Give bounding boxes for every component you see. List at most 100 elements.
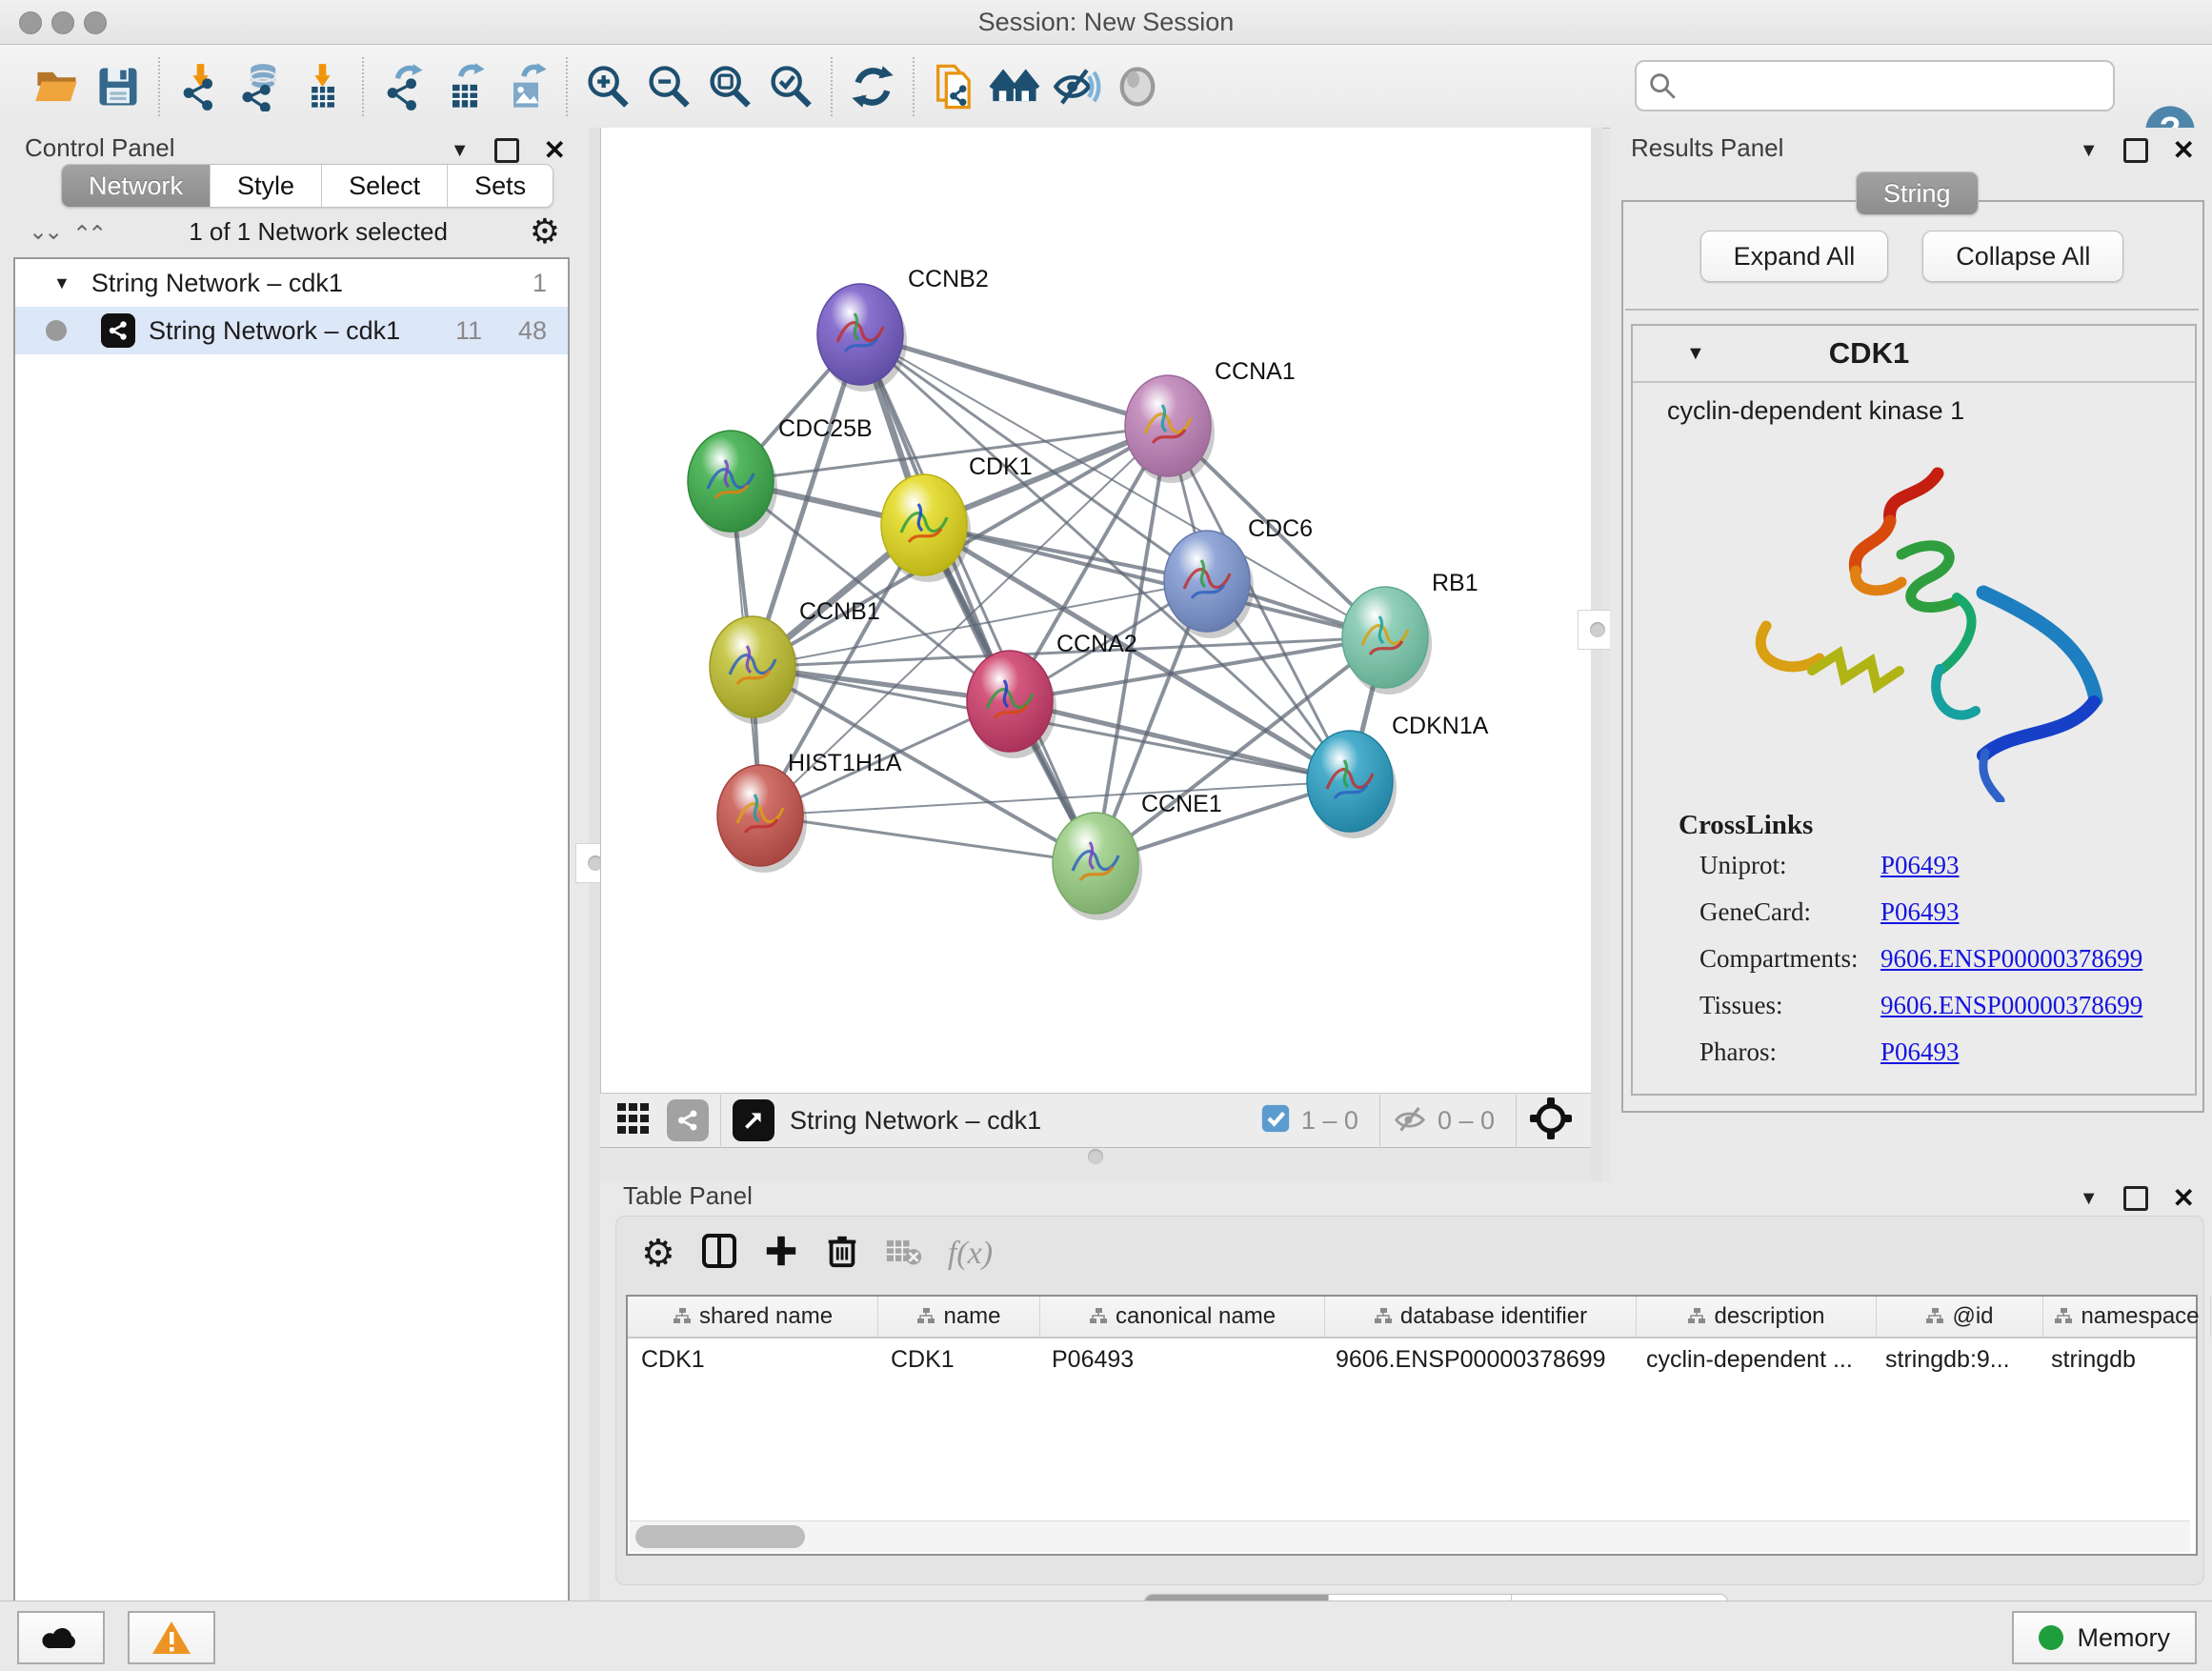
- crosslink-link[interactable]: 9606.ENSP00000378699: [1880, 991, 2142, 1020]
- save-session-icon[interactable]: [88, 56, 149, 117]
- horizontal-splitter[interactable]: [600, 1147, 1591, 1166]
- tab-select[interactable]: Select: [322, 165, 448, 207]
- crosslink-label: GeneCard:: [1699, 897, 1880, 927]
- float-panel-icon[interactable]: [494, 138, 519, 163]
- crosslink-row: Compartments:9606.ENSP00000378699: [1699, 944, 2195, 974]
- cell[interactable]: P06493: [1038, 1346, 1322, 1374]
- show-graphics-details-icon[interactable]: [1107, 56, 1168, 117]
- title-bar: Session: New Session: [0, 0, 2212, 45]
- table-horizontal-scrollbar[interactable]: [630, 1520, 2190, 1552]
- network-node-CCNE1[interactable]: [1053, 813, 1138, 914]
- export-image-icon[interactable]: [495, 56, 556, 117]
- export-network-icon[interactable]: [373, 56, 434, 117]
- warning-button[interactable]: [128, 1611, 215, 1664]
- show-columns-icon[interactable]: [700, 1232, 738, 1275]
- refresh-icon[interactable]: [842, 56, 903, 117]
- grid-view-icon[interactable]: [615, 1099, 654, 1142]
- table-options-gear-icon[interactable]: ⚙: [641, 1235, 675, 1273]
- close-panel-icon[interactable]: ✕: [2173, 137, 2195, 164]
- crosslink-link[interactable]: P06493: [1880, 851, 1960, 880]
- search-field[interactable]: [1635, 60, 2115, 111]
- network-node-HIST1H1A[interactable]: [717, 765, 803, 866]
- cell[interactable]: CDK1: [628, 1346, 877, 1374]
- hide-selected-icon[interactable]: [1046, 56, 1107, 117]
- network-list: ▼ String Network – cdk1 1 String Network…: [13, 257, 570, 1671]
- zoom-selected-icon[interactable]: [760, 56, 821, 117]
- float-panel-icon[interactable]: [2123, 1186, 2148, 1211]
- close-panel-icon[interactable]: ✕: [2173, 1185, 2195, 1212]
- create-column-icon[interactable]: [763, 1233, 799, 1274]
- delete-column-icon[interactable]: [824, 1233, 860, 1274]
- network-node-CCNB1[interactable]: [710, 616, 795, 717]
- expand-all-networks-icon[interactable]: ⌄⌄: [76, 218, 107, 246]
- collapse-panel-icon[interactable]: ▼: [2080, 1188, 2099, 1210]
- control-panel: Control Panel ▼ ✕ Network Style Select S…: [0, 128, 589, 1601]
- export-table-icon[interactable]: [434, 56, 495, 117]
- tab-sets[interactable]: Sets: [448, 165, 553, 207]
- collapse-all-button[interactable]: Collapse All: [1922, 231, 2123, 282]
- zoom-out-icon[interactable]: [638, 56, 699, 117]
- pan-crosshair-icon[interactable]: [1528, 1096, 1574, 1146]
- import-network-file-icon[interactable]: [170, 56, 231, 117]
- network-node-CCNB2[interactable]: [817, 284, 903, 385]
- import-table-file-icon[interactable]: [292, 56, 352, 117]
- cell[interactable]: cyclin-dependent ...: [1633, 1346, 1872, 1374]
- search-input[interactable]: [1688, 71, 2113, 100]
- expand-all-button[interactable]: Expand All: [1700, 231, 1889, 282]
- crosslink-link[interactable]: P06493: [1880, 897, 1960, 927]
- network-node-CDC25B[interactable]: [688, 431, 774, 532]
- application-window: Session: New Session: [0, 0, 2212, 1671]
- float-panel-icon[interactable]: [2123, 138, 2148, 163]
- network-row-selected[interactable]: String Network – cdk1 11 48: [15, 307, 568, 354]
- node-label-CCNE1: CCNE1: [1141, 791, 1222, 817]
- tab-string[interactable]: String: [1857, 172, 1978, 214]
- gene-expander-icon[interactable]: ▼: [1686, 343, 1705, 365]
- network-collection-row[interactable]: ▼ String Network – cdk1 1: [15, 259, 568, 307]
- network-node-CCNA1[interactable]: [1125, 375, 1211, 476]
- network-node-RB1[interactable]: [1342, 587, 1428, 688]
- tab-style[interactable]: Style: [211, 165, 322, 207]
- cloud-button[interactable]: [17, 1611, 105, 1664]
- open-session-icon[interactable]: [27, 56, 88, 117]
- column-header-@id[interactable]: @id: [1877, 1297, 2043, 1337]
- node-label-CCNB1: CCNB1: [799, 598, 880, 625]
- new-network-from-selection-icon[interactable]: [924, 56, 985, 117]
- column-header-name[interactable]: name: [878, 1297, 1040, 1337]
- zoom-fit-icon[interactable]: [699, 56, 760, 117]
- selected-checkbox-icon[interactable]: [1259, 1102, 1292, 1139]
- cell[interactable]: stringdb: [2038, 1346, 2204, 1374]
- detach-view-icon[interactable]: [733, 1099, 774, 1141]
- memory-button[interactable]: Memory: [2012, 1611, 2197, 1664]
- string-view-icon[interactable]: [667, 1099, 709, 1141]
- close-panel-icon[interactable]: ✕: [544, 137, 566, 164]
- network-node-CDC6[interactable]: [1164, 531, 1250, 632]
- network-node-CDK1[interactable]: [881, 474, 967, 575]
- scrollbar-thumb[interactable]: [635, 1525, 805, 1548]
- crosslink-link[interactable]: 9606.ENSP00000378699: [1880, 944, 2142, 974]
- collection-expander-icon[interactable]: ▼: [53, 273, 70, 293]
- node-label-CDC25B: CDC25B: [778, 415, 873, 442]
- cell[interactable]: stringdb:9...: [1872, 1346, 2038, 1374]
- cell[interactable]: 9606.ENSP00000378699: [1322, 1346, 1633, 1374]
- column-header-namespace[interactable]: namespace: [2043, 1297, 2211, 1337]
- column-header-description[interactable]: description: [1637, 1297, 1877, 1337]
- collapse-panel-icon[interactable]: ▼: [2080, 140, 2099, 162]
- network-canvas[interactable]: CCNB2CCNA1CDC25BCDK1CDC6RB1CCNB1CCNA2CDK…: [600, 128, 1592, 1093]
- zoom-in-icon[interactable]: [577, 56, 638, 117]
- column-header-database-identifier[interactable]: database identifier: [1325, 1297, 1637, 1337]
- network-options-gear-icon[interactable]: ⚙: [530, 214, 560, 249]
- hidden-eye-icon[interactable]: [1392, 1100, 1428, 1141]
- first-neighbors-icon[interactable]: [985, 56, 1046, 117]
- network-node-CDKN1A[interactable]: [1307, 731, 1393, 832]
- collapse-all-networks-icon[interactable]: ⌄⌄: [29, 218, 59, 246]
- network-node-CCNA2[interactable]: [967, 651, 1053, 752]
- node-table-row[interactable]: CDK1CDK1P064939606.ENSP00000378699cyclin…: [628, 1339, 2196, 1380]
- import-network-database-icon[interactable]: [231, 56, 292, 117]
- table-panel: Table Panel ▼ ✕ ⚙ f(x): [600, 1181, 2212, 1601]
- cell[interactable]: CDK1: [877, 1346, 1038, 1374]
- collapse-panel-icon[interactable]: ▼: [451, 140, 470, 162]
- crosslink-link[interactable]: P06493: [1880, 1037, 1960, 1067]
- column-header-canonical-name[interactable]: canonical name: [1040, 1297, 1325, 1337]
- column-header-shared-name[interactable]: shared name: [628, 1297, 878, 1337]
- tab-network[interactable]: Network: [62, 165, 211, 207]
